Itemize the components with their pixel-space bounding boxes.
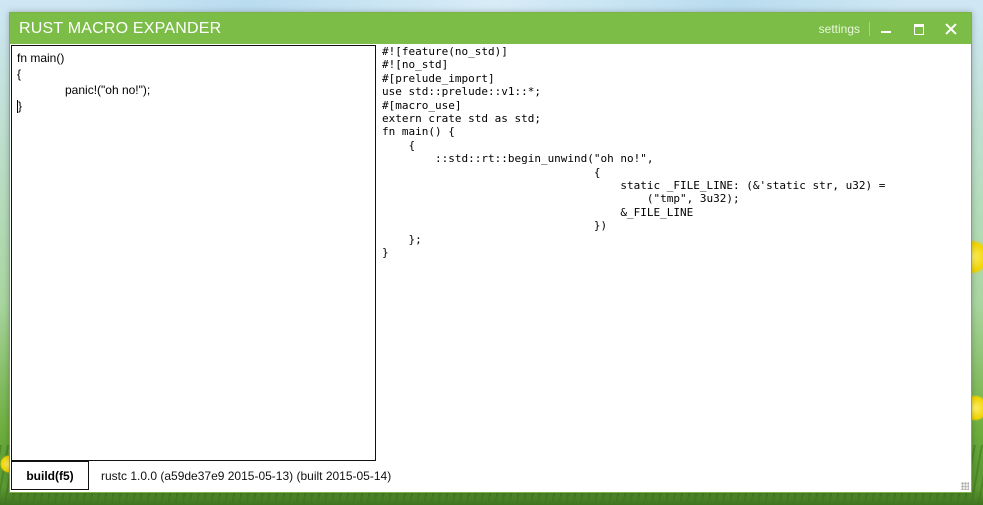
editor-line: panic!("oh no!"); xyxy=(65,83,151,97)
minimize-button[interactable] xyxy=(875,19,897,39)
editor-line: { xyxy=(17,67,22,81)
editor-line: fn main() xyxy=(17,51,65,65)
settings-link[interactable]: settings xyxy=(819,22,860,36)
maximize-button[interactable] xyxy=(908,19,930,39)
title-bar[interactable]: RUST MACRO EXPANDER settings xyxy=(10,13,971,44)
app-title: RUST MACRO EXPANDER xyxy=(19,20,222,37)
build-button[interactable]: build(f5) xyxy=(11,461,89,490)
maximize-icon xyxy=(914,23,924,35)
title-separator xyxy=(869,22,870,36)
editor-line-text: } xyxy=(18,99,23,113)
source-editor[interactable]: fn main() { panic!("oh no!"); } xyxy=(11,45,376,461)
expanded-output[interactable]: #![feature(no_std)] #![no_std] #[prelude… xyxy=(382,45,968,461)
compiler-version: rustc 1.0.0 (a59de37e9 2015-05-13) (buil… xyxy=(101,469,392,483)
editor-line: } xyxy=(17,98,370,114)
close-icon xyxy=(945,23,957,35)
resize-grip-icon[interactable] xyxy=(961,482,969,490)
app-window: RUST MACRO EXPANDER settings fn main() {… xyxy=(9,12,972,493)
close-button[interactable] xyxy=(940,19,962,39)
minimize-icon xyxy=(881,31,891,33)
